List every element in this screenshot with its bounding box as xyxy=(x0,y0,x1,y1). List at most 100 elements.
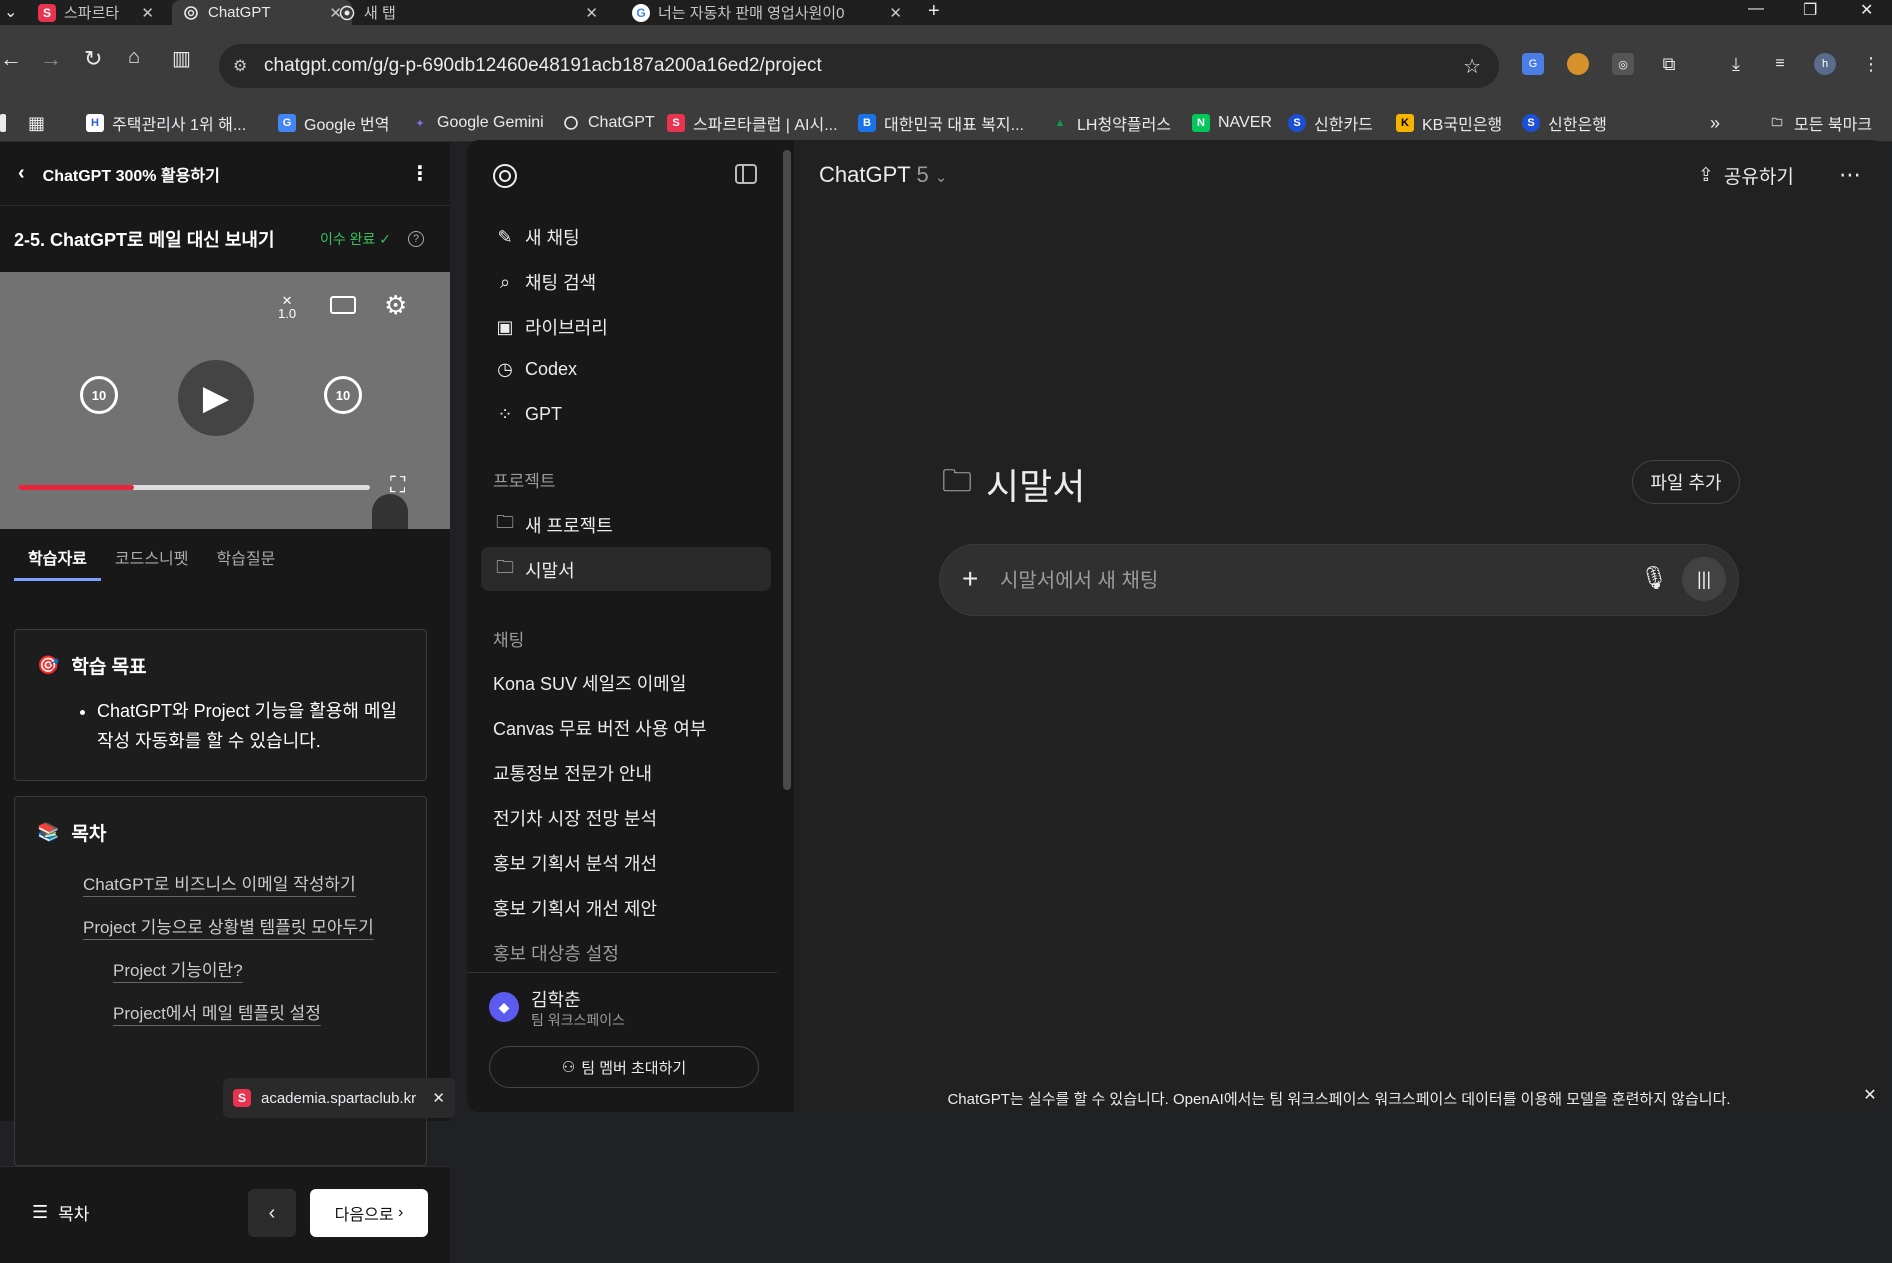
bookmark-item[interactable]: K KB국민은행 xyxy=(1396,109,1502,137)
workspace-avatar[interactable]: ◆ xyxy=(489,992,519,1022)
toc-link[interactable]: Project 기능으로 상황별 템플릿 모아두기 xyxy=(83,913,404,938)
all-bookmarks-folder[interactable]: 🗀 모든 북마크 xyxy=(1768,109,1873,137)
bookmark-item[interactable]: S 스파르타클럽 | AI시... xyxy=(667,109,838,137)
next-button[interactable]: 다음으로 › xyxy=(310,1189,428,1237)
close-tab-icon[interactable]: ✕ xyxy=(141,4,154,22)
rewind-10-icon[interactable]: 10 xyxy=(80,376,118,414)
play-icon[interactable]: ▶ xyxy=(178,360,254,436)
search-chats-button[interactable]: ⌕ 채팅 검색 xyxy=(493,269,596,295)
microphone-icon[interactable]: 🎙 xyxy=(1640,565,1668,591)
close-tab-icon[interactable]: ✕ xyxy=(889,4,902,22)
new-tab-button[interactable]: + xyxy=(928,0,940,23)
close-window-icon[interactable]: ✕ xyxy=(1860,0,1873,20)
bookmark-star-icon[interactable]: ☆ xyxy=(1463,54,1481,79)
address-bar[interactable]: ⚙ chatgpt.com/g/g-p-690db12460e48191acb1… xyxy=(219,44,1499,88)
bookmark-item[interactable]: G Google 번역 xyxy=(278,109,389,137)
help-icon[interactable]: ? xyxy=(408,231,424,247)
video-player[interactable]: ✕ 1.0 ⚙ 10 ▶ 10 ⛶ xyxy=(0,272,450,529)
codex-button[interactable]: ◷ Codex xyxy=(493,359,577,380)
media-control-icon[interactable]: ≡ xyxy=(1769,53,1791,75)
chat-history-item[interactable]: 전기차 시장 전망 분석 xyxy=(493,805,657,831)
toc-link[interactable]: Project에서 메일 템플릿 설정 xyxy=(113,999,404,1024)
tab-questions[interactable]: 학습질문 xyxy=(217,535,276,579)
openai-logo-icon[interactable] xyxy=(491,162,519,195)
site-info-icon[interactable]: ⚙ xyxy=(233,56,247,76)
tab-materials[interactable]: 학습자료 xyxy=(14,535,101,581)
restore-icon[interactable]: ❐ xyxy=(1803,0,1817,20)
tab-search-icon[interactable]: ⌄ xyxy=(4,2,17,22)
gpt-button[interactable]: ⁘ GPT xyxy=(493,404,562,425)
playback-speed-button[interactable]: ✕ 1.0 xyxy=(278,294,296,320)
chat-history-item[interactable]: 홍보 기획서 개선 제안 xyxy=(493,895,657,921)
back-icon[interactable]: ← xyxy=(0,46,22,72)
apps-grid-icon[interactable]: ▦ xyxy=(28,109,45,137)
project-item-label[interactable]: 🗀 시말서 xyxy=(493,555,575,585)
extensions-puzzle-icon[interactable]: ⧉ xyxy=(1658,53,1680,75)
toc-toggle-button[interactable]: ☰ 목차 xyxy=(32,1200,89,1225)
forward-10-icon[interactable]: 10 xyxy=(324,376,362,414)
tab-code-snippets[interactable]: 코드스니펫 xyxy=(115,535,189,579)
voice-mode-icon[interactable]: ||| xyxy=(1682,557,1726,601)
download-icon[interactable]: ⤓ xyxy=(1725,53,1747,75)
naver-icon: N xyxy=(1192,114,1210,132)
back-arrow-icon[interactable]: ‹ xyxy=(18,162,25,185)
bookmark-item[interactable]: N NAVER xyxy=(1192,109,1272,137)
share-button[interactable]: ⇪ 공유하기 xyxy=(1698,162,1794,189)
list-icon: ☰ xyxy=(32,1202,49,1222)
close-tab-icon[interactable]: ✕ xyxy=(585,4,598,22)
sidebar-toggle-icon[interactable] xyxy=(0,109,6,137)
url-text[interactable]: chatgpt.com/g/g-p-690db12460e48191acb187… xyxy=(264,55,822,77)
reading-mode-icon[interactable]: ▥ xyxy=(172,46,191,71)
extension-icon[interactable] xyxy=(1567,53,1589,75)
more-options-icon[interactable]: ⋯ xyxy=(1839,162,1861,188)
new-chat-button[interactable]: ✎ 새 채팅 xyxy=(493,224,579,250)
sidebar-scrollbar[interactable] xyxy=(783,150,791,790)
user-name[interactable]: 김학춘 xyxy=(531,986,581,1012)
previous-button[interactable]: ‹ xyxy=(248,1189,296,1237)
google-translate-icon: G xyxy=(278,114,296,132)
bookmark-item[interactable]: ✦ Google Gemini xyxy=(411,109,543,137)
more-bookmarks-icon[interactable]: » xyxy=(1710,109,1720,137)
sidebar-collapse-icon[interactable] xyxy=(735,164,757,184)
forward-icon[interactable]: → xyxy=(40,46,62,72)
chat-history-item[interactable]: Canvas 무료 버전 사용 여부 xyxy=(493,715,707,741)
video-progress-bar[interactable] xyxy=(18,485,370,490)
browser-tab-active[interactable]: ChatGPT ✕ xyxy=(172,0,352,25)
chat-history-item[interactable]: 교통정보 전문가 안내 xyxy=(493,760,652,786)
projects-heading: 프로젝트 xyxy=(493,472,556,491)
bookmark-item[interactable]: B 대한민국 대표 복지... xyxy=(858,109,1024,137)
chat-history-item[interactable]: 홍보 대상층 설정 xyxy=(493,940,619,966)
settings-gear-icon[interactable]: ⚙ xyxy=(384,290,407,321)
toc-link[interactable]: ChatGPT로 비즈니스 이메일 작성하기 xyxy=(83,870,404,895)
new-project-button[interactable]: 🗀 새 프로젝트 xyxy=(493,510,613,540)
browser-tab[interactable]: G 너는 자동차 판매 영업사원이0 ✕ xyxy=(622,0,912,25)
model-selector[interactable]: ChatGPT 5 ⌄ xyxy=(819,162,947,188)
browser-tab[interactable]: 새 탭 ✕ xyxy=(328,0,608,25)
chat-history-item[interactable]: Kona SUV 세일즈 이메일 xyxy=(493,670,686,696)
more-options-icon[interactable]: ⋮ xyxy=(410,161,430,186)
chat-history-item[interactable]: 홍보 기획서 분석 개선 xyxy=(493,850,657,876)
home-icon[interactable]: ⌂ xyxy=(128,46,140,69)
bookmark-item[interactable]: ChatGPT xyxy=(562,109,655,137)
bookmark-item[interactable]: S 신한카드 xyxy=(1288,109,1373,137)
bookmark-item[interactable]: H 주택관리사 1위 해... xyxy=(86,109,246,137)
reload-icon[interactable]: ↻ xyxy=(84,46,102,72)
library-button[interactable]: ▣ 라이브러리 xyxy=(493,314,607,340)
captions-icon[interactable] xyxy=(330,296,356,314)
browser-menu-icon[interactable]: ⋮ xyxy=(1860,53,1882,75)
toc-link[interactable]: Project 기능이란? xyxy=(113,956,404,981)
video-progress-fill xyxy=(18,485,135,490)
add-file-button[interactable]: 파일 추가 xyxy=(1632,460,1740,504)
minimize-icon[interactable]: — xyxy=(1748,0,1764,18)
openai-extension-icon[interactable]: ◎ xyxy=(1612,53,1634,75)
browser-tab[interactable]: S 스파르타 ✕ xyxy=(28,0,164,25)
translate-extension-icon[interactable]: G xyxy=(1522,53,1544,75)
invite-members-button[interactable]: ⚇ 팀 멤버 초대하기 xyxy=(489,1046,759,1088)
plus-icon[interactable]: + xyxy=(962,563,978,595)
composer-input[interactable] xyxy=(1000,565,1600,597)
close-notice-icon[interactable]: ✕ xyxy=(432,1089,445,1107)
bookmark-item[interactable]: ▲ LH청약플러스 xyxy=(1051,109,1172,137)
bookmark-item[interactable]: S 신한은행 xyxy=(1522,109,1607,137)
close-footnote-icon[interactable]: ✕ xyxy=(1856,1078,1884,1112)
profile-avatar[interactable]: h xyxy=(1814,53,1836,75)
